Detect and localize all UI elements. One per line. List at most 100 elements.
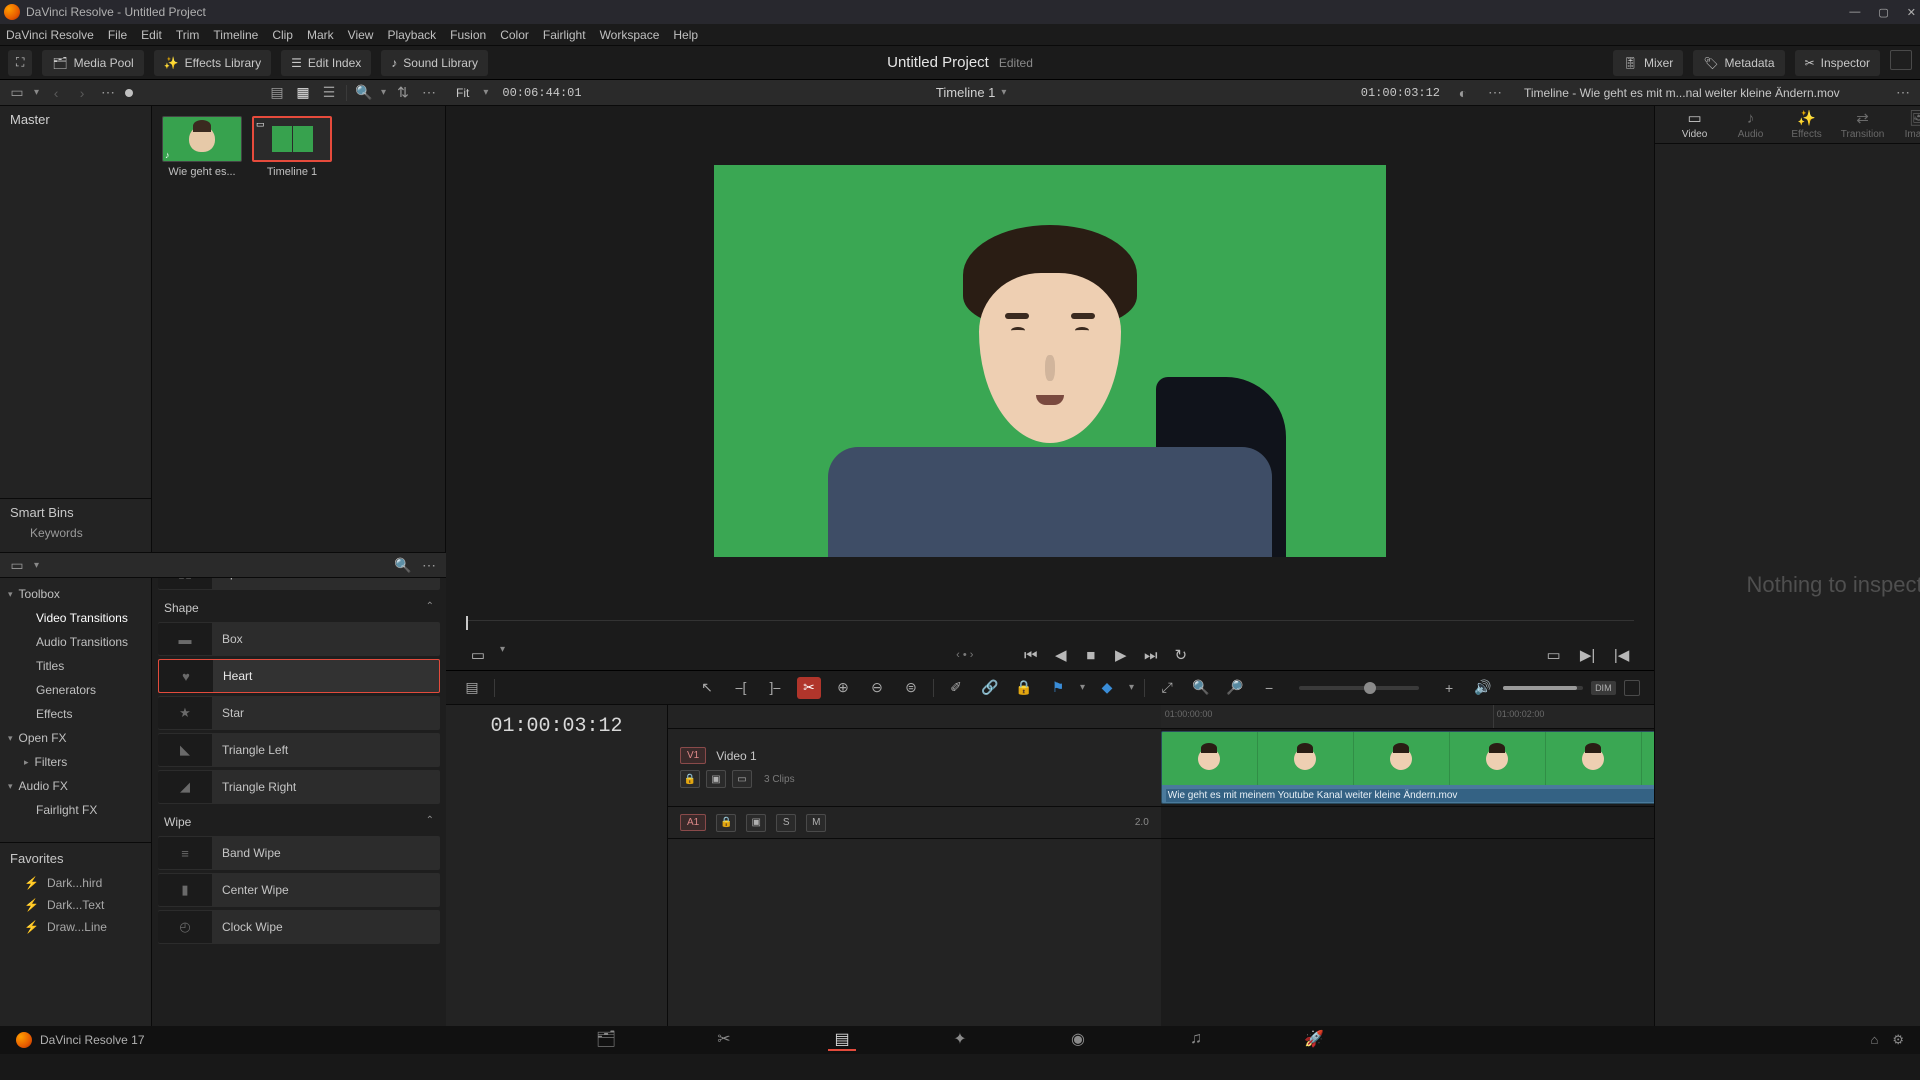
fit-dropdown[interactable]: Fit	[456, 86, 469, 100]
viewer-scrub-bar[interactable]	[466, 620, 1634, 638]
prev-clip-icon[interactable]: |◀	[1610, 644, 1634, 666]
favorite-item[interactable]: ⚡Dark...hird	[24, 872, 151, 894]
fx-layout-icon[interactable]: ▭	[8, 557, 26, 573]
settings-icon[interactable]: ⚙	[1892, 1032, 1904, 1048]
timeline-timecode[interactable]: 01:00:03:12	[446, 705, 668, 1026]
media-pool-button[interactable]: 🗂Media Pool	[42, 50, 143, 76]
clip-thumb[interactable]: ♪ Wie geht es...	[162, 116, 242, 178]
fx-item-partial[interactable]: ▮▮Split	[158, 578, 440, 590]
inspector-tab-transition[interactable]: ⇄Transition	[1835, 109, 1891, 140]
favorite-item[interactable]: ⚡Dark...Text	[24, 894, 151, 916]
inspector-options-icon[interactable]: ⋯	[1894, 85, 1912, 101]
video-clip[interactable]: Wie geht es mit meinem Youtube Kanal wei…	[1161, 731, 1654, 804]
page-media[interactable]: 🗂	[592, 1029, 620, 1051]
fx-item-heart[interactable]: ♥Heart	[158, 659, 440, 693]
minimize-button[interactable]: —	[1849, 6, 1860, 19]
insert-icon[interactable]: ⊕	[831, 677, 855, 699]
tree-audio-transitions[interactable]: Audio Transitions	[0, 630, 151, 654]
tree-filters[interactable]: ▸Filters	[0, 750, 151, 774]
fx-item-star[interactable]: ★Star	[158, 696, 440, 730]
menu-clip[interactable]: Clip	[272, 28, 293, 42]
tree-audiofx[interactable]: ▾Audio FX	[0, 774, 151, 798]
match-frame-prev-icon[interactable]: ‹ • ›	[953, 644, 977, 666]
audio-track-badge[interactable]: A1	[680, 814, 706, 831]
video-lane[interactable]: Wie geht es mit meinem Youtube Kanal wei…	[1161, 729, 1654, 807]
overwrite-icon[interactable]: ⊖	[865, 677, 889, 699]
edit-index-button[interactable]: ☰Edit Index	[281, 50, 371, 76]
first-frame-button[interactable]: ⏮	[1019, 644, 1043, 666]
bin-layout-icon[interactable]: ▭	[8, 85, 26, 101]
menu-help[interactable]: Help	[673, 28, 698, 42]
in-out-chevron[interactable]: ▾	[500, 644, 505, 666]
full-screen-toggle[interactable]: ⛶	[8, 50, 32, 76]
menu-edit[interactable]: Edit	[141, 28, 162, 42]
clip-thumb[interactable]: ▭ Timeline 1	[252, 116, 332, 178]
meters-icon[interactable]	[1624, 680, 1640, 696]
page-color[interactable]: ◉	[1064, 1029, 1092, 1051]
blade-edit-icon[interactable]: ✐	[944, 677, 968, 699]
track-disable-icon[interactable]: ▭	[732, 770, 752, 788]
fx-search-icon[interactable]: 🔍	[394, 557, 412, 573]
timeline-name[interactable]: Timeline 1	[936, 85, 995, 100]
inspector-tab-effects[interactable]: ✨Effects	[1779, 109, 1835, 140]
track-auto-select-icon[interactable]: ▣	[706, 770, 726, 788]
menu-workspace[interactable]: Workspace	[600, 28, 660, 42]
video-track-badge[interactable]: V1	[680, 747, 706, 764]
flag-chevron[interactable]: ▾	[1080, 682, 1085, 693]
viewer-canvas[interactable]	[446, 106, 1654, 616]
tree-toolbox[interactable]: ▾Toolbox	[0, 582, 151, 606]
replace-icon[interactable]: ⊜	[899, 677, 923, 699]
inspector-tab-audio[interactable]: ♪Audio	[1723, 110, 1779, 140]
effects-list[interactable]: ▮▮Split Shape⌃ ▬Box ♥Heart ★Star ◣Triang…	[152, 578, 446, 1026]
trim-tool-icon[interactable]: ⎯[	[729, 677, 753, 699]
menu-file[interactable]: File	[108, 28, 127, 42]
dim-button[interactable]: DIM	[1591, 681, 1616, 695]
tree-fairlight-fx[interactable]: Fairlight FX	[0, 798, 151, 822]
page-deliver[interactable]: 🚀	[1300, 1029, 1328, 1051]
tree-generators[interactable]: Generators	[0, 678, 151, 702]
loop-button[interactable]: ↻	[1169, 644, 1193, 666]
in-out-icon[interactable]: ▭	[466, 644, 490, 666]
home-icon[interactable]: ⌂	[1870, 1032, 1878, 1048]
smart-bins-header[interactable]: Smart Bins	[10, 505, 141, 520]
menu-view[interactable]: View	[348, 28, 374, 42]
audio-lock-icon[interactable]: 🔒	[716, 814, 736, 832]
zoom-slider[interactable]	[1299, 686, 1419, 690]
marker-icon[interactable]: ◆	[1095, 677, 1119, 699]
stop-button[interactable]: ■	[1079, 644, 1103, 666]
page-fusion[interactable]: ✦	[946, 1029, 974, 1051]
fx-item-clock-wipe[interactable]: ◴Clock Wipe	[158, 910, 440, 944]
fx-options-icon[interactable]: ⋯	[420, 557, 438, 573]
menu-davinci[interactable]: DaVinci Resolve	[6, 28, 94, 42]
audio-track-header[interactable]: A1 🔒 ▣ S M 2.0	[668, 807, 1161, 839]
fx-item-center-wipe[interactable]: ▮Center Wipe	[158, 873, 440, 907]
bin-layout-chevron[interactable]: ▾	[34, 87, 39, 98]
audio-auto-icon[interactable]: ▣	[746, 814, 766, 832]
mixer-button[interactable]: 🎚Mixer	[1613, 50, 1684, 76]
metadata-button[interactable]: 🏷Metadata	[1693, 50, 1784, 76]
tree-video-transitions[interactable]: Video Transitions	[0, 606, 151, 630]
close-button[interactable]: ✕	[1907, 6, 1916, 19]
play-button[interactable]: ▶	[1109, 644, 1133, 666]
last-frame-button[interactable]: ⏭	[1139, 644, 1163, 666]
page-fairlight[interactable]: ♫	[1182, 1029, 1210, 1051]
blade-tool-icon[interactable]: ✂	[797, 677, 821, 699]
timeline-name-chevron[interactable]: ▾	[1001, 87, 1006, 98]
maximize-button[interactable]: ▢	[1878, 6, 1888, 19]
timeline-view-icon[interactable]: ▤	[460, 677, 484, 699]
list-view-icon[interactable]: ☰	[320, 85, 338, 101]
next-clip-icon[interactable]: ▶|	[1576, 644, 1600, 666]
sort-icon[interactable]: ⇅	[394, 85, 412, 101]
fx-category-shape[interactable]: Shape⌃	[158, 593, 440, 619]
menu-timeline[interactable]: Timeline	[213, 28, 258, 42]
nav-back-icon[interactable]: ‹	[47, 85, 65, 101]
sound-library-button[interactable]: ♪Sound Library	[381, 50, 488, 76]
menu-mark[interactable]: Mark	[307, 28, 334, 42]
zoom-in-icon[interactable]: +	[1437, 677, 1461, 699]
media-options-icon[interactable]: ⋯	[420, 85, 438, 101]
viewer-mode-icon[interactable]: ▭	[1542, 644, 1566, 666]
zoom-to-fit-icon[interactable]: ⤢	[1155, 677, 1179, 699]
zoom-out-icon[interactable]: −	[1257, 677, 1281, 699]
master-bin[interactable]: Master	[0, 106, 151, 134]
link-icon[interactable]: 🔗	[978, 677, 1002, 699]
